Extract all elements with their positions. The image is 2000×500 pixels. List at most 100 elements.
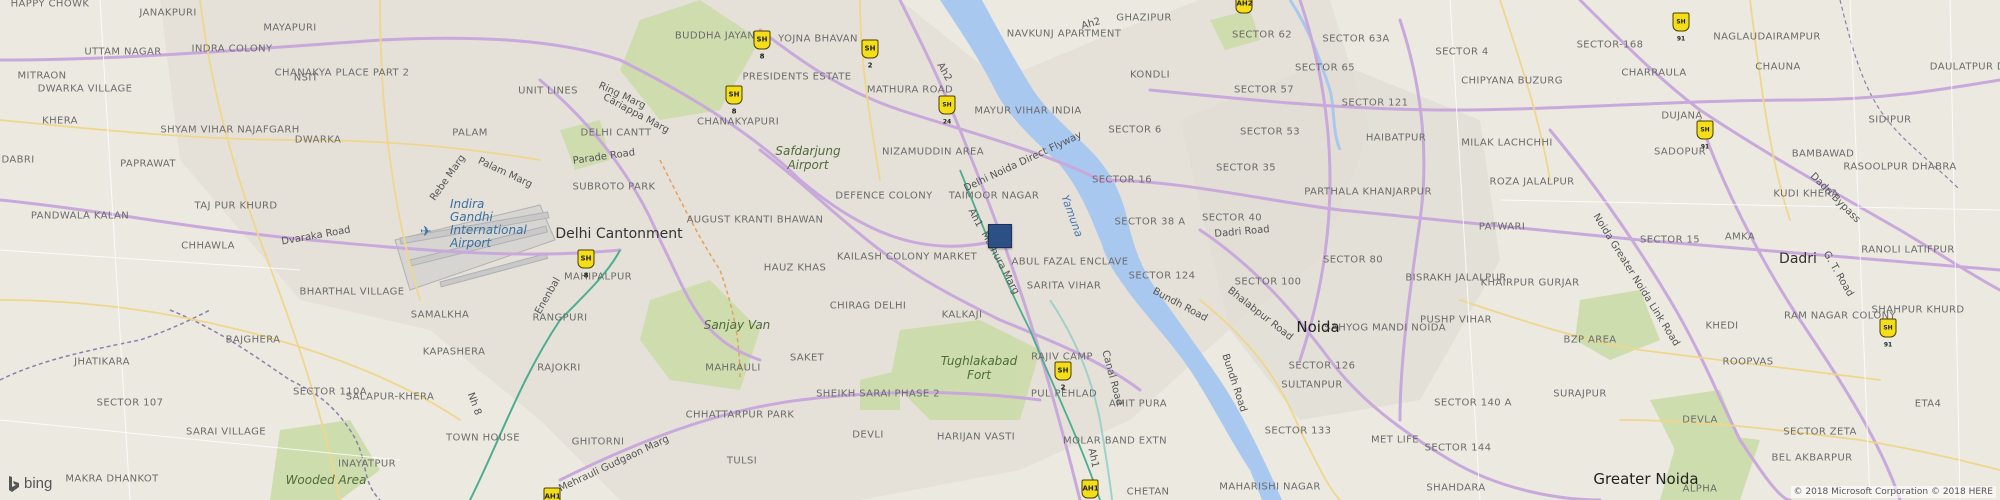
locality-label: MITRAON bbox=[17, 70, 67, 82]
bing-logo-text: bing bbox=[24, 475, 53, 492]
locality-label: SECTOR 133 bbox=[1264, 425, 1332, 437]
locality-label: TULSI bbox=[726, 455, 758, 467]
locality-label: NIZAMUDDIN AREA bbox=[881, 146, 985, 158]
locality-label: SECTOR 107 bbox=[96, 397, 164, 409]
locality-label: SECTOR 65 bbox=[1294, 62, 1356, 74]
locality-label: HAIBATPUR bbox=[1365, 132, 1427, 144]
highway-shield-icon: SH 8 bbox=[753, 30, 771, 61]
highway-shield-icon: SH 91 bbox=[1696, 120, 1714, 151]
locality-label: SHAHPUR KHURD bbox=[1871, 304, 1965, 316]
locality-label: CHHATTARPUR PARK bbox=[685, 409, 795, 421]
locality-label: SECTOR ZETA bbox=[1783, 426, 1857, 438]
locality-label: CHANAKYAPURI bbox=[696, 116, 780, 128]
plane-icon: ✈ bbox=[420, 224, 432, 240]
locality-label: SECTOR 6 bbox=[1108, 124, 1162, 136]
locality-label: MAYAPURI bbox=[263, 22, 317, 34]
locality-label: SECTOR 57 bbox=[1233, 84, 1295, 96]
city-label: Dadri bbox=[1779, 251, 1817, 267]
locality-label: SUBROTO PARK bbox=[572, 181, 656, 193]
locality-label: BAJGHERA bbox=[225, 334, 281, 346]
highway-shield-icon: AH1 bbox=[1081, 479, 1099, 499]
locality-label: SHAHDARA bbox=[1426, 482, 1486, 494]
map-attribution: © 2018 Microsoft Corporation © 2018 HERE bbox=[1790, 486, 1996, 498]
locality-label: CHAUNA bbox=[1755, 61, 1801, 73]
locality-label: CHIRAG DELHI bbox=[829, 300, 907, 312]
locality-label: BAMBAWAD bbox=[1791, 148, 1855, 160]
bing-b-icon bbox=[9, 475, 19, 492]
locality-label: SECTOR 4 bbox=[1435, 46, 1489, 58]
locality-label: MAYUR VIHAR INDIA bbox=[974, 105, 1082, 117]
locality-label: NSIT bbox=[293, 72, 319, 84]
locality-label: RANOLI LATIFPUR bbox=[1861, 244, 1955, 256]
locality-label: CHETAN bbox=[1126, 486, 1170, 498]
locality-label: MILAK LACHCHHI bbox=[1461, 137, 1553, 149]
locality-label: MOLAR BAND EXTN bbox=[1063, 435, 1167, 447]
locality-label: TAIMOOR NAGAR bbox=[948, 190, 1040, 202]
locality-label: GHITORNI bbox=[571, 436, 625, 448]
locality-label: HAPPY CHOWK bbox=[10, 0, 90, 10]
locality-label: PRESIDENTS ESTATE bbox=[742, 71, 852, 83]
locality-label: KALKAJI bbox=[941, 309, 983, 321]
locality-label: BEL AKBARPUR bbox=[1771, 452, 1853, 464]
highway-shield-icon: SH 91 bbox=[1672, 12, 1690, 43]
locality-label: AMKA bbox=[1724, 231, 1756, 243]
locality-label: PANDWALA KALAN bbox=[30, 210, 130, 222]
locality-label: JHATIKARA bbox=[74, 356, 130, 368]
locality-label: NAGLAUDAIRAMPUR bbox=[1713, 31, 1821, 43]
locality-label: CHARRAULA bbox=[1621, 67, 1687, 79]
locality-label: BHARTHAL VILLAGE bbox=[299, 286, 405, 298]
airport-name: Indira Gandhi International Airport bbox=[450, 197, 527, 250]
locality-label: HAUZ KHAS bbox=[763, 262, 827, 274]
locality-label: JANAKPURI bbox=[139, 7, 197, 19]
locality-label: KHEDI bbox=[1705, 320, 1739, 332]
locality-label: SECTOR 35 bbox=[1215, 162, 1277, 174]
locality-label: KONDLI bbox=[1130, 69, 1170, 81]
locality-label: CHHAWLA bbox=[181, 240, 235, 252]
park-label: Sanjay Van bbox=[703, 318, 771, 332]
locality-label: SECTOR 140 A bbox=[1434, 397, 1512, 409]
locality-label: SECTOR 121 bbox=[1341, 97, 1409, 109]
locality-label: SARAI VILLAGE bbox=[186, 426, 266, 438]
locality-label: HARIJAN VASTI bbox=[936, 431, 1016, 443]
locality-label: BUDDHA JAYANTI bbox=[674, 30, 766, 42]
locality-label: MAKRA DHANKOT bbox=[65, 473, 159, 485]
locality-label: RASOOLPUR DHABRA bbox=[1843, 161, 1957, 173]
locality-label: SECTOR 126 bbox=[1288, 360, 1356, 372]
locality-label: ABUL FAZAL ENCLAVE bbox=[1011, 256, 1129, 268]
airport-label: ✈ Indira Gandhi International Airport bbox=[420, 197, 530, 250]
locality-label: ETA4 bbox=[1914, 398, 1942, 410]
city-label: Greater Noida bbox=[1593, 470, 1699, 488]
locality-label: UNIT LINES bbox=[518, 85, 578, 97]
highway-shield-icon: SH 8 bbox=[577, 249, 595, 280]
locality-label: DEFENCE COLONY bbox=[835, 190, 933, 202]
locality-label: SECTOR 100 bbox=[1234, 276, 1302, 288]
locality-label: SECTOR 124 bbox=[1128, 270, 1196, 282]
location-pin-marker[interactable] bbox=[988, 224, 1012, 248]
locality-label: KHERA bbox=[42, 115, 78, 127]
locality-label: ROOPVAS bbox=[1722, 356, 1774, 368]
bing-logo[interactable]: bing bbox=[8, 475, 52, 492]
locality-label: SECTOR-168 bbox=[1576, 39, 1644, 51]
map-canvas[interactable]: HAPPY CHOWK JANAKPURI MAYAPURI UTTAM NAGAR I… bbox=[0, 0, 2000, 500]
locality-label: MET LIFE bbox=[1370, 434, 1420, 446]
highway-shield-icon: SH 2 bbox=[861, 39, 879, 70]
locality-label: SARITA VIHAR bbox=[1026, 280, 1102, 292]
locality-label: DELHI CANTT bbox=[580, 127, 652, 139]
highway-shield-icon: AH2 bbox=[1235, 0, 1253, 14]
highway-shield-icon: SH 91 bbox=[1879, 318, 1897, 349]
locality-label: SECTOR 38 A bbox=[1114, 216, 1186, 228]
locality-label: SULTANPUR bbox=[1281, 379, 1343, 391]
highway-shield-icon: SH 8 bbox=[725, 85, 743, 116]
park-label: Tughlakabad Fort bbox=[940, 354, 1018, 382]
locality-label: RAJOKRI bbox=[537, 362, 581, 374]
locality-label: SHYAM VIHAR NAJAFGARH bbox=[160, 124, 300, 136]
locality-label: INDRA COLONY bbox=[191, 43, 273, 55]
locality-label: SECTOR 53 bbox=[1239, 126, 1301, 138]
locality-label: PARTHALA KHANJARPUR bbox=[1304, 186, 1432, 198]
locality-label: DWARKA VILLAGE bbox=[37, 83, 133, 95]
locality-label: SURAJPUR bbox=[1553, 388, 1607, 400]
locality-label: KAILASH COLONY MARKET bbox=[836, 251, 978, 263]
locality-label: DABRI bbox=[1, 154, 35, 166]
highway-shield-icon: SH 24 bbox=[938, 95, 956, 126]
locality-label: UTTAM NAGAR bbox=[84, 46, 162, 58]
